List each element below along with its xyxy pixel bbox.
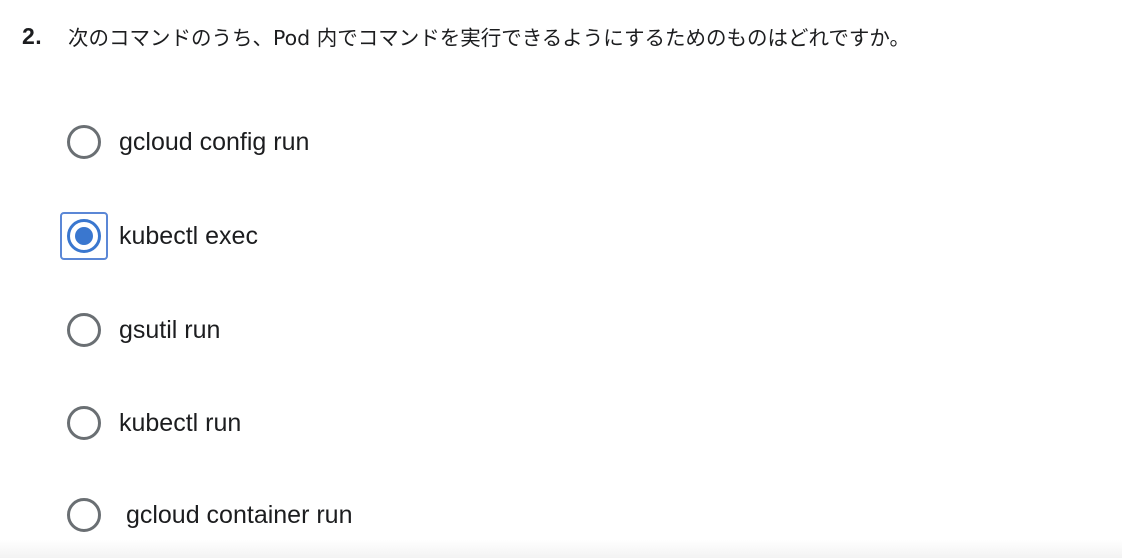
option-gcloud-container-run[interactable]: gcloud container run bbox=[60, 490, 352, 540]
radio-wrapper[interactable] bbox=[60, 118, 108, 166]
radio-button[interactable] bbox=[67, 406, 101, 440]
bottom-shadow bbox=[0, 540, 1122, 558]
radio-button[interactable] bbox=[67, 498, 101, 532]
option-label: kubectl exec bbox=[119, 221, 258, 250]
option-label: gsutil run bbox=[119, 315, 221, 344]
option-kubectl-run[interactable]: kubectl run bbox=[60, 398, 241, 448]
radio-wrapper-focused[interactable] bbox=[60, 212, 108, 260]
option-kubectl-exec[interactable]: kubectl exec bbox=[60, 211, 258, 261]
question-number: 2. bbox=[22, 22, 43, 49]
option-label: gcloud container run bbox=[119, 500, 353, 529]
option-label: gcloud config run bbox=[119, 127, 310, 156]
radio-button[interactable] bbox=[67, 125, 101, 159]
radio-wrapper[interactable] bbox=[60, 491, 108, 539]
radio-selected-dot-icon bbox=[75, 227, 93, 245]
option-gsutil-run[interactable]: gsutil run bbox=[60, 305, 220, 355]
quiz-page: 2. 次のコマンドのうち、Pod 内でコマンドを実行できるようにするためのものは… bbox=[0, 0, 1122, 558]
question-header: 2. 次のコマンドのうち、Pod 内でコマンドを実行できるようにするためのものは… bbox=[22, 18, 1112, 54]
option-label: kubectl run bbox=[119, 408, 242, 437]
question-text: 次のコマンドのうち、Pod 内でコマンドを実行できるようにするためのものはどれで… bbox=[68, 26, 910, 50]
option-gcloud-config-run[interactable]: gcloud config run bbox=[60, 117, 309, 167]
radio-wrapper[interactable] bbox=[60, 306, 108, 354]
radio-wrapper[interactable] bbox=[60, 399, 108, 447]
radio-button-selected[interactable] bbox=[67, 219, 101, 253]
radio-button[interactable] bbox=[67, 313, 101, 347]
